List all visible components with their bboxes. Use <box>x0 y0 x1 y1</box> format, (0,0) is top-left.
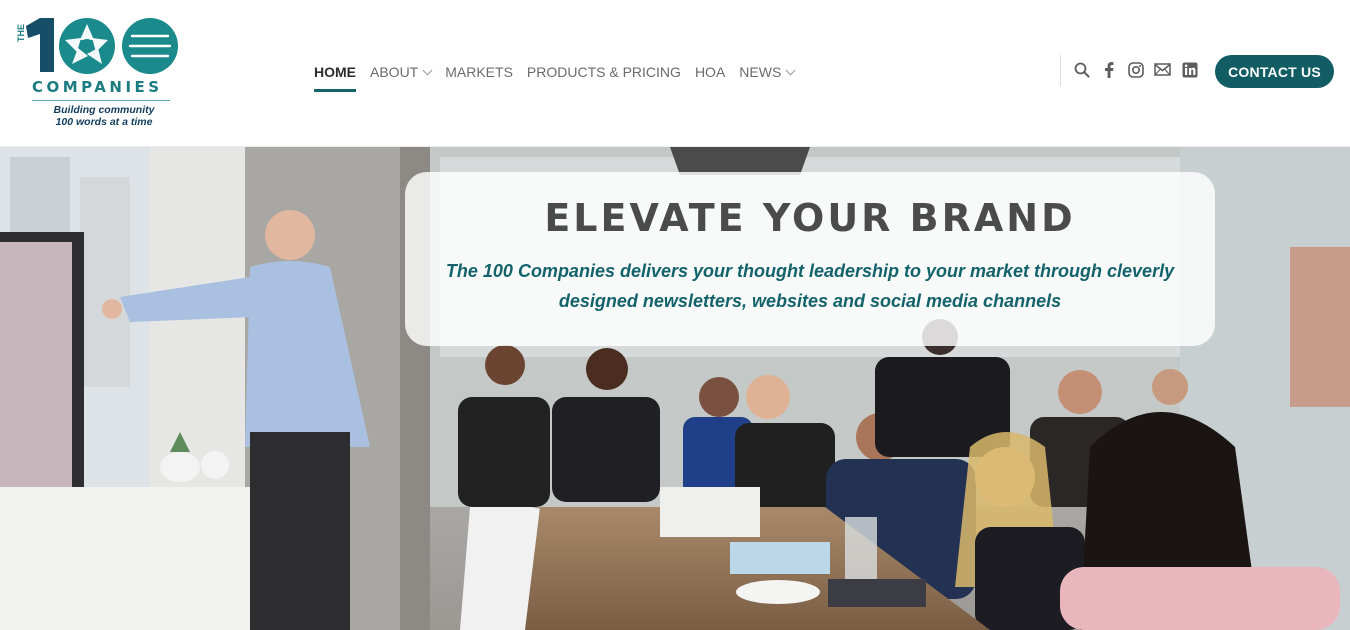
nav-news[interactable]: NEWS <box>739 61 796 83</box>
nav-markets[interactable]: MARKETS <box>445 61 513 83</box>
logo-divider <box>32 100 170 101</box>
nav-markets-label: MARKETS <box>445 64 513 80</box>
email-icon[interactable] <box>1154 61 1171 78</box>
logo-100-mark: THE <box>16 18 178 74</box>
header-divider <box>1060 55 1061 86</box>
chevron-down-icon <box>785 65 796 75</box>
search-icon[interactable] <box>1073 61 1090 78</box>
logo-tagline: Building community 100 words at a time <box>34 104 174 128</box>
nav-about-label: ABOUT <box>370 64 419 80</box>
company-logo[interactable]: THE COMPANIES Building community 100 wor… <box>14 12 184 134</box>
logo-tagline-line2: 100 words at a time <box>55 116 153 128</box>
svg-text:THE: THE <box>16 24 26 42</box>
facebook-icon[interactable] <box>1100 61 1117 78</box>
logo-tagline-line1: Building community <box>53 104 155 116</box>
nav-hoa-label: HOA <box>694 64 726 80</box>
header-icon-group <box>1073 61 1198 78</box>
nav-home[interactable]: HOME <box>314 61 356 92</box>
nav-products-label: PRODUCTS & PRICING <box>526 64 681 80</box>
nav-home-label: HOME <box>314 64 356 80</box>
contact-us-button[interactable]: CONTACT US <box>1215 55 1334 88</box>
hero-title: ELEVATE YOUR BRAND <box>544 196 1076 240</box>
main-nav: HOME ABOUT MARKETS PRODUCTS & PRICING HO… <box>314 60 796 92</box>
nav-about[interactable]: ABOUT <box>370 61 433 83</box>
site-header: THE COMPANIES Building community 100 wor… <box>0 0 1350 147</box>
nav-news-label: NEWS <box>739 64 782 80</box>
instagram-icon[interactable] <box>1127 61 1144 78</box>
linkedin-icon[interactable] <box>1181 61 1198 78</box>
nav-products-pricing[interactable]: PRODUCTS & PRICING <box>527 61 681 83</box>
hero-banner: ELEVATE YOUR BRAND The 100 Companies del… <box>405 172 1215 346</box>
chevron-down-icon <box>422 65 433 75</box>
nav-hoa[interactable]: HOA <box>695 61 725 83</box>
hero-section: ELEVATE YOUR BRAND The 100 Companies del… <box>0 147 1350 630</box>
logo-wordmark: COMPANIES <box>32 78 163 96</box>
hero-subtitle: The 100 Companies delivers your thought … <box>445 261 1175 311</box>
